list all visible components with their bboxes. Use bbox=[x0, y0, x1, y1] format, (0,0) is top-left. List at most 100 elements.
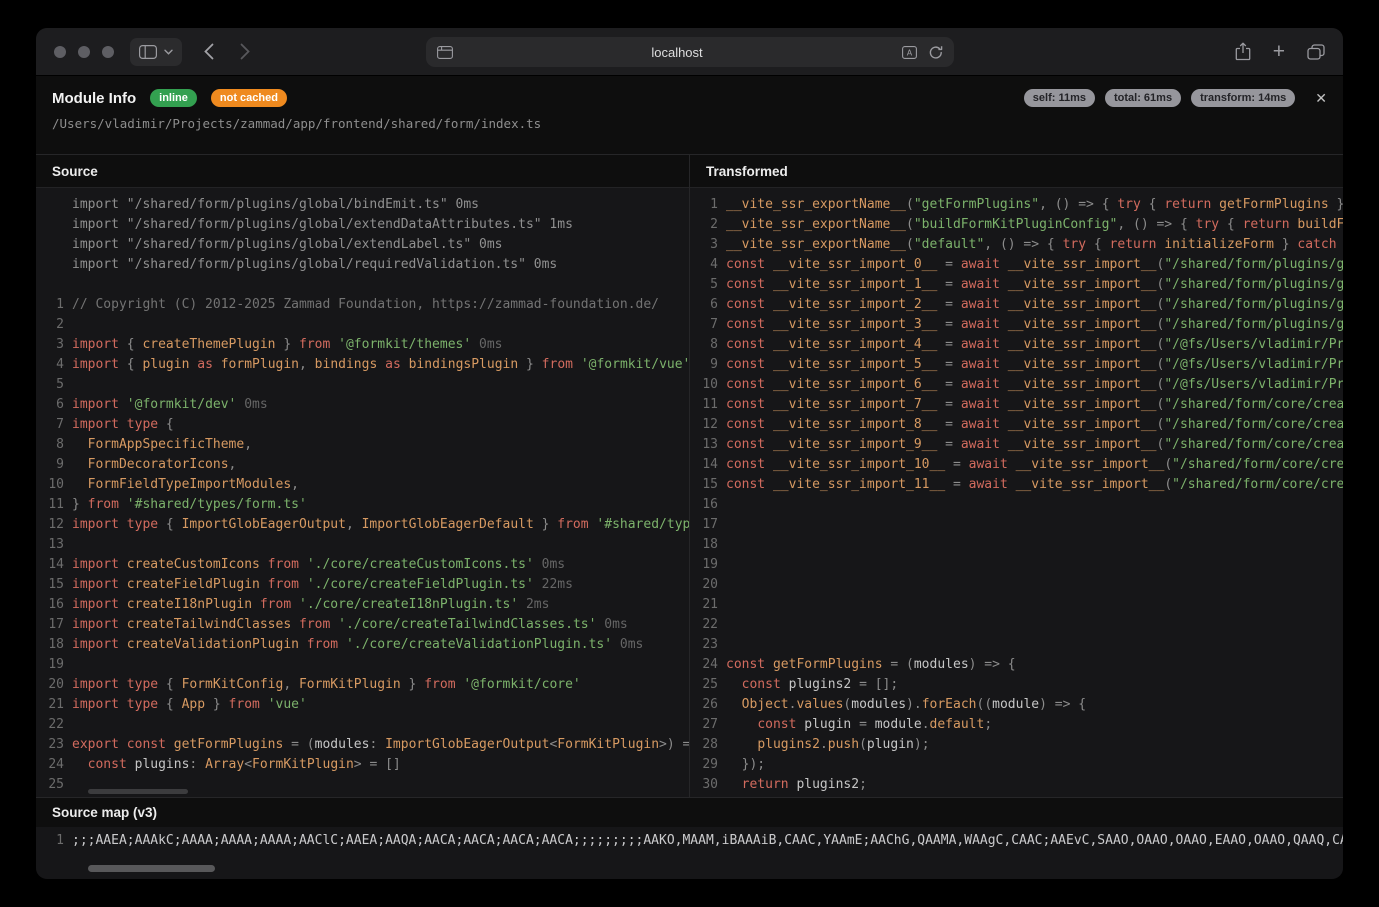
sourcemap-horizontal-scrollbar[interactable] bbox=[88, 865, 215, 872]
code-line: 9 FormDecoratorIcons, bbox=[36, 455, 689, 475]
code-line: 27 const plugin = module.default; bbox=[690, 715, 1343, 735]
code-line: import "/shared/form/plugins/global/exte… bbox=[36, 215, 689, 235]
back-button[interactable] bbox=[204, 43, 214, 60]
new-tab-button[interactable]: + bbox=[1273, 43, 1285, 61]
code-line: 6const __vite_ssr_import_2__ = await __v… bbox=[690, 295, 1343, 315]
code-line: 8 FormAppSpecificTheme, bbox=[36, 435, 689, 455]
code-line: 30 return plugins2; bbox=[690, 775, 1343, 795]
transformed-panel: Transformed 1__vite_ssr_exportName__("ge… bbox=[690, 155, 1343, 797]
code-line: 11} from '#shared/types/form.ts' bbox=[36, 495, 689, 515]
code-line: 2 bbox=[36, 315, 689, 335]
code-line: 1// Copyright (C) 2012-2025 Zammad Found… bbox=[36, 295, 689, 315]
page-title: Module Info bbox=[52, 90, 136, 107]
code-line: 29 }); bbox=[690, 755, 1343, 775]
code-line: 2__vite_ssr_exportName__("buildFormKitPl… bbox=[690, 215, 1343, 235]
code-line: 25 const plugins2 = []; bbox=[690, 675, 1343, 695]
code-line: import "/shared/form/plugins/global/exte… bbox=[36, 235, 689, 255]
nav-buttons bbox=[204, 43, 250, 60]
code-line: import "/shared/form/plugins/global/requ… bbox=[36, 255, 689, 275]
code-line: 16 bbox=[690, 495, 1343, 515]
code-line: 16import createI18nPlugin from './core/c… bbox=[36, 595, 689, 615]
module-file-path: /Users/vladimir/Projects/zammad/app/fron… bbox=[52, 116, 1327, 131]
code-panels: Source import "/shared/form/plugins/glob… bbox=[36, 155, 1343, 798]
code-line: 19 bbox=[690, 555, 1343, 575]
code-line: 8const __vite_ssr_import_4__ = await __v… bbox=[690, 335, 1343, 355]
code-line: 26 Object.values(modules).forEach((modul… bbox=[690, 695, 1343, 715]
code-line: 13 bbox=[36, 535, 689, 555]
close-window-button[interactable] bbox=[54, 46, 66, 58]
source-panel-title: Source bbox=[36, 155, 689, 188]
code-line: 11const __vite_ssr_import_7__ = await __… bbox=[690, 395, 1343, 415]
translate-icon[interactable]: A bbox=[902, 46, 917, 59]
tabs-overview-button[interactable] bbox=[1307, 44, 1325, 60]
code-line: 9const __vite_ssr_import_5__ = await __v… bbox=[690, 355, 1343, 375]
code-line bbox=[36, 275, 689, 295]
code-line: 3import { createThemePlugin } from '@for… bbox=[36, 335, 689, 355]
code-line: 24 const plugins: Array<FormKitPlugin> =… bbox=[36, 755, 689, 775]
sourcemap-code[interactable]: 1;;;AAEA;AAAkC;AAAA;AAAA;AAAA;AAClC;AAEA… bbox=[36, 827, 1343, 879]
code-line: 10 FormFieldTypeImportModules, bbox=[36, 475, 689, 495]
code-line: 18 bbox=[690, 535, 1343, 555]
code-line: 23 bbox=[690, 635, 1343, 655]
minimize-window-button[interactable] bbox=[78, 46, 90, 58]
code-line: 20 bbox=[690, 575, 1343, 595]
code-line: 28 plugins2.push(plugin); bbox=[690, 735, 1343, 755]
code-line: 21 bbox=[690, 595, 1343, 615]
code-line: 18import createValidationPlugin from './… bbox=[36, 635, 689, 655]
source-code[interactable]: import "/shared/form/plugins/global/bind… bbox=[36, 188, 689, 797]
total-time-badge: total: 61ms bbox=[1105, 89, 1181, 107]
address-bar[interactable]: localhost A bbox=[426, 37, 954, 67]
timing-metrics: self: 11ms total: 61ms transform: 14ms bbox=[1024, 89, 1295, 107]
code-line: 1;;;AAEA;AAAkC;AAAA;AAAA;AAAA;AAClC;AAEA… bbox=[36, 831, 1343, 851]
zoom-window-button[interactable] bbox=[102, 46, 114, 58]
code-line: 13const __vite_ssr_import_9__ = await __… bbox=[690, 435, 1343, 455]
code-line: 5 bbox=[36, 375, 689, 395]
url-text: localhost bbox=[453, 45, 902, 60]
code-line: 17import createTailwindClasses from './c… bbox=[36, 615, 689, 635]
source-panel: Source import "/shared/form/plugins/glob… bbox=[36, 155, 690, 797]
browser-toolbar: localhost A + bbox=[36, 28, 1343, 76]
transformed-panel-title: Transformed bbox=[690, 155, 1343, 188]
site-settings-icon[interactable] bbox=[437, 46, 453, 59]
browser-window: localhost A + Module Info bbox=[36, 28, 1343, 879]
code-line: 21import type { App } from 'vue' bbox=[36, 695, 689, 715]
code-line: 19 bbox=[36, 655, 689, 675]
code-line: 12import type { ImportGlobEagerOutput, I… bbox=[36, 515, 689, 535]
close-button[interactable]: ✕ bbox=[1315, 90, 1327, 107]
code-line: 15import createFieldPlugin from './core/… bbox=[36, 575, 689, 595]
transform-time-badge: transform: 14ms bbox=[1191, 89, 1295, 107]
code-line: 7import type { bbox=[36, 415, 689, 435]
window-controls bbox=[54, 46, 114, 58]
chevron-down-icon bbox=[164, 49, 173, 55]
code-line: 6import '@formkit/dev' 0ms bbox=[36, 395, 689, 415]
code-line: import "/shared/form/plugins/global/bind… bbox=[36, 195, 689, 215]
code-line: 22 bbox=[36, 715, 689, 735]
code-line: 22 bbox=[690, 615, 1343, 635]
sourcemap-title: Source map (v3) bbox=[36, 798, 1343, 827]
code-line: 24const getFormPlugins = (modules) => { bbox=[690, 655, 1343, 675]
code-line: 1__vite_ssr_exportName__("getFormPlugins… bbox=[690, 195, 1343, 215]
svg-text:A: A bbox=[906, 48, 912, 57]
inline-badge: inline bbox=[150, 89, 197, 107]
not-cached-badge: not cached bbox=[211, 89, 287, 107]
code-line: 23export const getFormPlugins = (modules… bbox=[36, 735, 689, 755]
code-line: 4const __vite_ssr_import_0__ = await __v… bbox=[690, 255, 1343, 275]
code-line: 12const __vite_ssr_import_8__ = await __… bbox=[690, 415, 1343, 435]
sidebar-toggle[interactable] bbox=[130, 38, 182, 66]
code-line: 14import createCustomIcons from './core/… bbox=[36, 555, 689, 575]
code-line: 5const __vite_ssr_import_1__ = await __v… bbox=[690, 275, 1343, 295]
code-line: 7const __vite_ssr_import_3__ = await __v… bbox=[690, 315, 1343, 335]
reload-button[interactable] bbox=[929, 45, 943, 60]
sourcemap-section: Source map (v3) 1;;;AAEA;AAAkC;AAAA;AAAA… bbox=[36, 798, 1343, 879]
code-line: 3__vite_ssr_exportName__("default", () =… bbox=[690, 235, 1343, 255]
horizontal-scrollbar[interactable] bbox=[88, 789, 188, 794]
page-header: Module Info inline not cached self: 11ms… bbox=[36, 76, 1343, 155]
code-line: 14const __vite_ssr_import_10__ = await _… bbox=[690, 455, 1343, 475]
transformed-code[interactable]: 1__vite_ssr_exportName__("getFormPlugins… bbox=[690, 188, 1343, 797]
code-line: 20import type { FormKitConfig, FormKitPl… bbox=[36, 675, 689, 695]
toolbar-right-buttons: + bbox=[1235, 42, 1325, 61]
share-button[interactable] bbox=[1235, 42, 1251, 61]
forward-button[interactable] bbox=[240, 43, 250, 60]
module-info-page: Module Info inline not cached self: 11ms… bbox=[36, 76, 1343, 879]
code-line: 15const __vite_ssr_import_11__ = await _… bbox=[690, 475, 1343, 495]
